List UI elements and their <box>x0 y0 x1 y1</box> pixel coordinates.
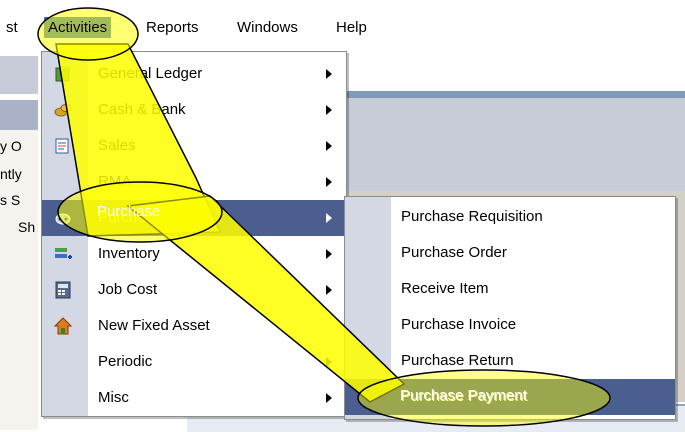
menu-help[interactable]: Help <box>336 19 367 36</box>
background-text-fragment: y O <box>0 138 22 154</box>
menu-item-label: Inventory <box>98 245 160 262</box>
menu-windows[interactable]: Windows <box>237 19 298 36</box>
menu-item-purchase-invoice[interactable]: Purchase Invoice <box>345 307 675 343</box>
menu-item-sales[interactable]: Sales <box>42 128 346 164</box>
menu-purchase-overlay-label: Purchase <box>97 203 161 220</box>
submenu-arrow-icon <box>326 357 332 367</box>
menu-item-new-fixed-asset[interactable]: New Fixed Asset <box>42 308 346 344</box>
menu-item-misc[interactable]: Misc <box>42 380 346 416</box>
menu-purchase-payment-overlay-label: Purchase Payment <box>400 387 527 404</box>
menu-item-label: Misc <box>98 389 129 406</box>
menu-item-purchase-requisition[interactable]: Purchase Requisition <box>345 199 675 235</box>
menu-item-job-cost[interactable]: Job Cost <box>42 272 346 308</box>
submenu-arrow-icon <box>326 393 332 403</box>
menu-item-inventory[interactable]: Inventory <box>42 236 346 272</box>
menu-item-label: Receive Item <box>401 280 489 297</box>
inventory-boxes-icon <box>55 248 72 259</box>
menu-item-purchase-return[interactable]: Purchase Return <box>345 343 675 379</box>
submenu-arrow-icon <box>326 285 332 295</box>
menu-item-partial[interactable]: st <box>6 19 18 36</box>
menu-item-label: Purchase Invoice <box>401 316 517 333</box>
menu-item-label: RMA <box>98 173 132 190</box>
submenu-arrow-icon <box>326 141 332 151</box>
background-window <box>345 91 685 191</box>
menu-item-cash-bank[interactable]: Cash & Bank <box>42 92 346 128</box>
house-icon <box>54 317 72 335</box>
menu-item-label: New Fixed Asset <box>98 317 210 334</box>
background-panel-header <box>0 100 38 130</box>
submenu-arrow-icon <box>326 249 332 259</box>
menu-item-receive-item[interactable]: Receive Item <box>345 271 675 307</box>
job-cost-calculator-icon <box>55 281 71 299</box>
menu-item-label: Cash & Bank <box>98 101 186 118</box>
menu-item-periodic[interactable]: Periodic <box>42 344 346 380</box>
menu-item-purchase-order[interactable]: Purchase Order <box>345 235 675 271</box>
menu-item-general-ledger[interactable]: General Ledger <box>42 56 346 92</box>
background-text-fragment: s S <box>0 192 21 208</box>
menu-item-label: Purchase Requisition <box>401 208 543 225</box>
submenu-arrow-icon <box>326 213 332 223</box>
background-text-fragment: Sh <box>18 219 36 235</box>
menu-item-purchase[interactable]: Purchase <box>42 200 346 236</box>
menu-item-label: Purchase Order <box>401 244 507 261</box>
activities-menu: General Ledger Cash & Bank Sales RMA Pur… <box>41 51 347 417</box>
submenu-arrow-icon <box>326 177 332 187</box>
submenu-arrow-icon <box>326 105 332 115</box>
menu-item-label: Purchase Return <box>401 352 514 369</box>
background-panel <box>0 56 38 94</box>
menu-item-label: Job Cost <box>98 281 158 298</box>
sales-invoice-icon <box>55 138 69 154</box>
menu-item-rma[interactable]: RMA <box>42 164 346 200</box>
menu-activities-overlay-label: Activities <box>48 19 108 36</box>
coins-icon <box>54 104 72 117</box>
menu-item-label: Sales <box>98 137 136 154</box>
menu-item-label: General Ledger <box>98 65 203 82</box>
background-text-fragment: ntly <box>0 166 22 182</box>
purchase-cart-icon <box>55 213 71 225</box>
submenu-arrow-icon <box>326 69 332 79</box>
menu-item-label: Periodic <box>98 353 153 370</box>
menu-reports[interactable]: Reports <box>146 19 199 36</box>
ledger-book-icon <box>55 66 70 82</box>
